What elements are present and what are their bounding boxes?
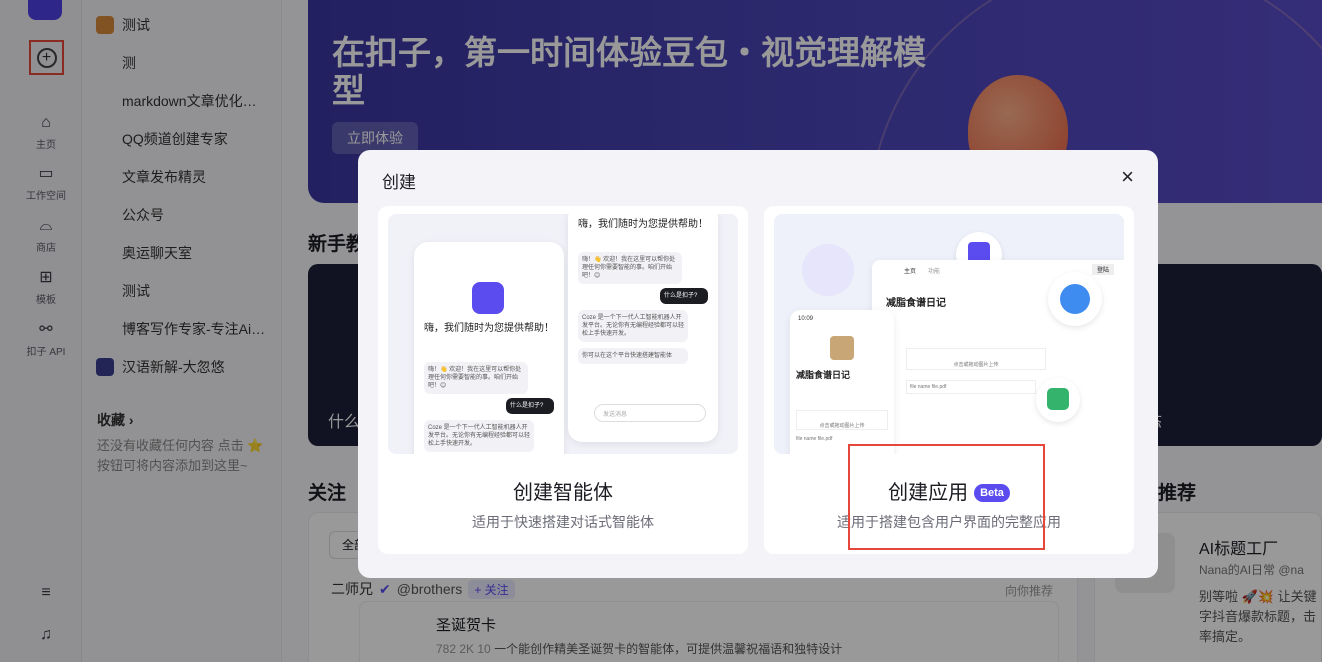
- option-desc: 适用于快速搭建对话式智能体: [472, 514, 654, 530]
- app-preview-image: 主页 功能 登陆 减脂食谱日记 点击或拖动图片上传 file name file…: [774, 214, 1124, 454]
- phone-mockup: 10:09 减脂食谱日记 点击或拖动图片上传 file name file.pd…: [790, 310, 894, 454]
- highlight-box: [848, 444, 1045, 550]
- palette-icon: [1048, 272, 1102, 326]
- share-icon: [1036, 378, 1080, 422]
- agent-preview-image: 嗨，我们随时为您提供帮助！ 嗨！👋 欢迎！我在这里可以帮你处理任何你需要智能的事…: [388, 214, 738, 454]
- food-image: [830, 336, 854, 360]
- create-agent-option[interactable]: 嗨，我们随时为您提供帮助！ 嗨！👋 欢迎！我在这里可以帮你处理任何你需要智能的事…: [378, 206, 748, 554]
- close-icon[interactable]: ×: [1121, 166, 1134, 188]
- bot-avatar: [472, 282, 504, 314]
- phone-mockup: 嗨，我们随时为您提供帮助！ 嗨！👋 欢迎！我在这里可以帮你处理任何你需要智能的事…: [568, 214, 718, 442]
- phone-mockup: 嗨，我们随时为您提供帮助！ 嗨！👋 欢迎！我在这里可以帮你处理任何你需要智能的事…: [414, 242, 564, 454]
- dialog-title: 创建: [382, 173, 416, 192]
- option-title: 创建智能体: [513, 482, 613, 504]
- doc-icon: [802, 244, 854, 296]
